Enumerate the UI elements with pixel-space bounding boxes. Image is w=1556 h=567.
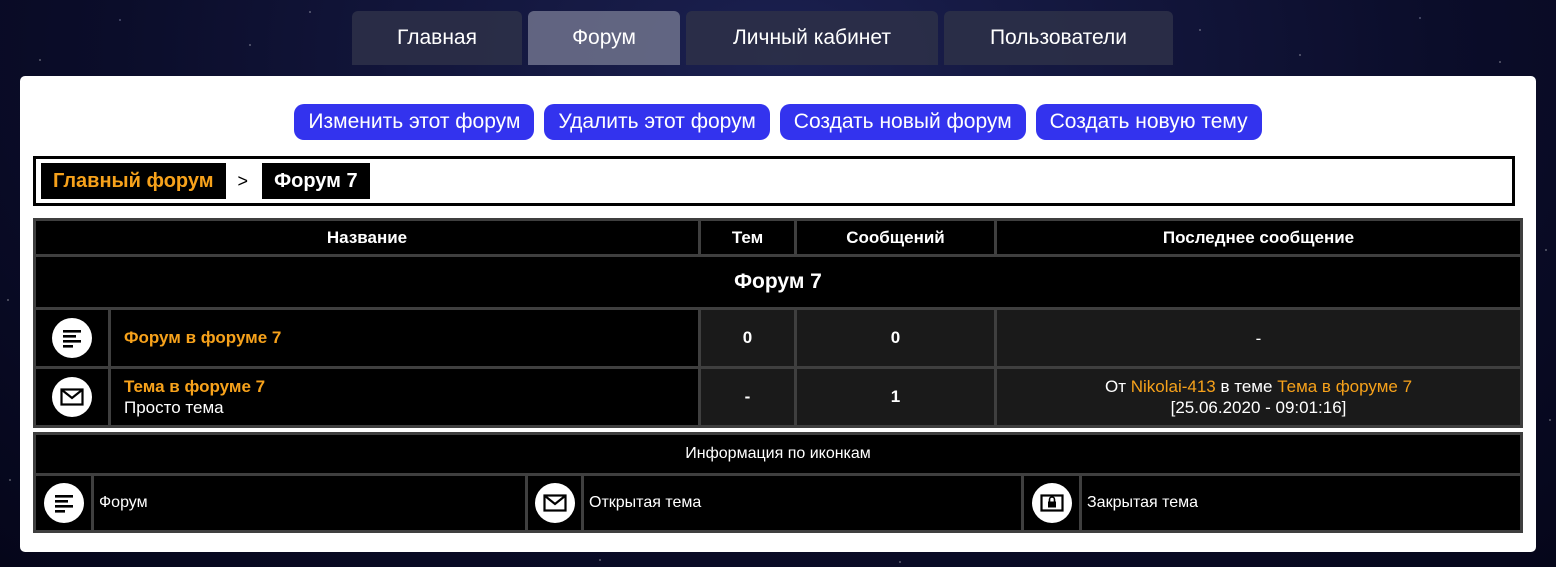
delete-forum-button[interactable]: Удалить этот форум [544,104,770,140]
legend-label-forum: Форум [91,473,528,533]
legend-label-closed-topic: Закрытая тема [1078,473,1524,533]
forum-icon [43,483,84,523]
topics-count: - [698,366,797,428]
row-title-cell: Тема в форуме 7 Просто тема [108,366,701,428]
legend-icon-cell [33,473,94,533]
breadcrumb: Главный форум > Форум 7 [33,156,1515,206]
legend-label-open-topic: Открытая тема [581,473,1024,533]
last-message: От Nikolai-413 в теме Тема в форуме 7 [2… [994,366,1523,428]
legend-title: Информация по иконкам [32,432,1524,476]
topic-description: Просто тема [124,398,224,417]
table-row: Форум в форуме 7 0 0 - [33,307,1523,369]
section-title: Форум 7 [33,254,1523,310]
column-header-messages: Сообщений [794,218,997,257]
icon-legend: Информация по иконкам Форум Открытая тем… [32,432,1524,533]
create-topic-button[interactable]: Создать новую тему [1035,104,1262,140]
table-row: Тема в форуме 7 Просто тема - 1 От Nikol… [33,366,1523,428]
legend-header-row: Информация по иконкам [32,432,1524,476]
legend-row: Форум Открытая тема Закрытая тема [33,473,1524,533]
tab-home[interactable]: Главная [352,11,522,65]
messages-count: 0 [794,307,997,369]
tab-users[interactable]: Пользователи [944,11,1173,65]
last-from-prefix: От [1104,377,1126,396]
open-topic-icon [52,377,92,417]
table-header-row: Название Тем Сообщений Последнее сообщен… [33,218,1523,257]
column-header-topics: Тем [698,218,797,257]
section-title-row: Форум 7 [33,254,1523,310]
breadcrumb-current: Форум 7 [262,163,370,199]
edit-forum-button[interactable]: Изменить этот форум [294,104,535,140]
forum-icon [52,318,92,358]
row-icon-cell [33,366,111,428]
last-in-topic-prefix: в теме [1220,377,1273,396]
closed-topic-icon [1031,483,1072,523]
topics-count: 0 [698,307,797,369]
open-topic-icon [534,483,575,523]
tab-personal-account[interactable]: Личный кабинет [686,11,938,65]
messages-count: 1 [794,366,997,428]
last-message: - [994,307,1523,369]
forum-table: Название Тем Сообщений Последнее сообщен… [33,218,1523,428]
topic-link[interactable]: Тема в форуме 7 [124,376,698,397]
create-forum-button[interactable]: Создать новый форум [779,104,1026,140]
column-header-name: Название [33,218,701,257]
legend-icon-cell [1021,473,1082,533]
tab-forum[interactable]: Форум [528,11,680,65]
last-topic-link[interactable]: Тема в форуме 7 [1277,377,1412,396]
legend-icon-cell [525,473,584,533]
top-navigation: Главная Форум Личный кабинет Пользовател… [352,11,1173,65]
row-title-cell: Форум в форуме 7 [108,307,701,369]
last-author-link[interactable]: Nikolai-413 [1131,377,1216,396]
breadcrumb-separator: > [237,170,249,191]
subforum-link[interactable]: Форум в форуме 7 [124,328,281,347]
row-icon-cell [33,307,111,369]
breadcrumb-root-link[interactable]: Главный форум [41,163,226,199]
last-message-date: [25.06.2020 - 09:01:16] [1170,398,1347,417]
forum-actions: Изменить этот форум Удалить этот форум С… [20,104,1536,140]
column-header-last-message: Последнее сообщение [994,218,1523,257]
